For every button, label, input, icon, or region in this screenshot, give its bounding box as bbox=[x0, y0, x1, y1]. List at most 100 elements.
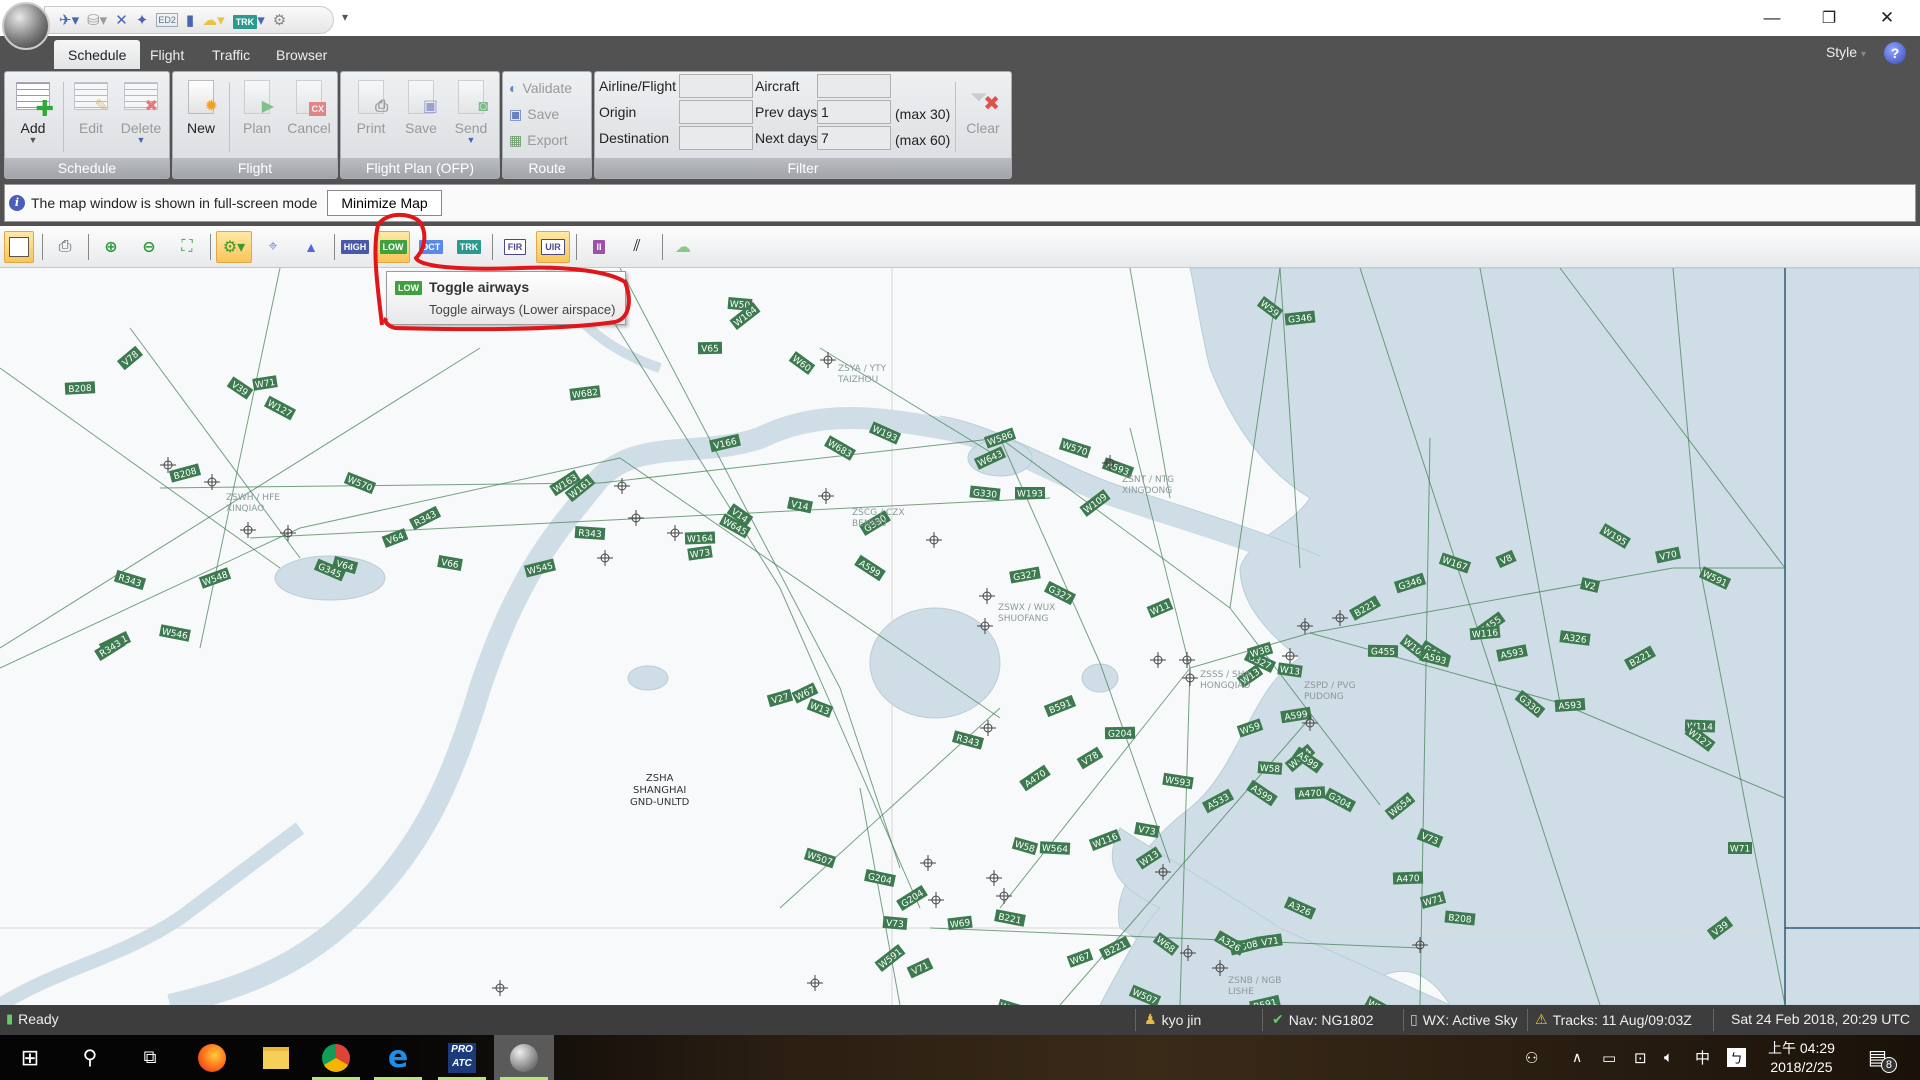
airway-label[interactable]: R343 bbox=[113, 569, 147, 591]
airport-label-zsnb[interactable]: ZSNB / NGB LISHE bbox=[1228, 976, 1281, 998]
navaid-icon[interactable] bbox=[1150, 652, 1166, 668]
minimize-map-button[interactable]: Minimize Map bbox=[327, 190, 442, 216]
navaid-icon[interactable] bbox=[492, 980, 508, 996]
airway-label[interactable]: W58 bbox=[1011, 836, 1039, 855]
weather-icon[interactable]: ☁▾ bbox=[202, 11, 225, 29]
network-icon[interactable]: ⊡ bbox=[1634, 1035, 1647, 1080]
taskbar-pfpx[interactable] bbox=[494, 1035, 554, 1080]
ed2-icon[interactable]: ED2 bbox=[156, 13, 178, 27]
airport-label-zsss[interactable]: ZSSS / SHA HONGQIAO bbox=[1200, 670, 1251, 692]
delete-button[interactable]: ✖ Delete ▼ bbox=[117, 74, 165, 158]
volume-icon[interactable]: 🔈︎ bbox=[1664, 1035, 1673, 1080]
action-center-button[interactable]: ▤ 8 bbox=[1868, 1035, 1897, 1080]
taskbar-pro-atc[interactable]: PRO ATC bbox=[432, 1035, 492, 1080]
airway-label[interactable]: G455 bbox=[1367, 644, 1399, 658]
status-tracks[interactable]: ⚠ Tracks: 11 Aug/09:03Z bbox=[1535, 1011, 1692, 1028]
airport-label-zsnt[interactable]: ZSNT / NTG XINGDONG bbox=[1122, 475, 1174, 497]
navaid-icon[interactable] bbox=[820, 352, 836, 368]
airway-label[interactable]: W38 bbox=[1246, 641, 1274, 661]
airway-label[interactable]: W682 bbox=[569, 385, 601, 401]
navaid-icon[interactable] bbox=[920, 855, 936, 871]
airport-label-zswx[interactable]: ZSWX / WUX SHUOFANG bbox=[998, 603, 1055, 625]
airway-label[interactable]: B208 bbox=[64, 381, 96, 395]
status-wx[interactable]: ▯ WX: Active Sky bbox=[1410, 1011, 1518, 1028]
add-button[interactable]: ✚ Add ▼ bbox=[9, 74, 57, 158]
search-button[interactable]: ⚲ bbox=[60, 1035, 120, 1080]
help-icon[interactable]: ? bbox=[1884, 42, 1906, 64]
toggle-fir-button[interactable]: FIR bbox=[500, 231, 530, 263]
navaid-icon[interactable] bbox=[280, 525, 296, 541]
airway-label[interactable]: V71 bbox=[906, 957, 934, 979]
airway-label[interactable]: G327 bbox=[1043, 580, 1077, 606]
airway-label[interactable]: W593 bbox=[1162, 772, 1194, 790]
customize-qat-icon[interactable]: ▾ bbox=[342, 10, 348, 24]
next-days-input[interactable] bbox=[817, 126, 891, 150]
navaid-icon[interactable] bbox=[1182, 670, 1198, 686]
print-ofp-button[interactable]: ⎙ Print bbox=[347, 74, 395, 158]
navaid-icon[interactable] bbox=[926, 532, 942, 548]
origin-input[interactable] bbox=[679, 100, 753, 124]
tools-icon[interactable]: ✕ bbox=[115, 11, 128, 29]
tab-schedule[interactable]: Schedule bbox=[54, 40, 141, 69]
airway-label[interactable]: V78 bbox=[1076, 746, 1104, 770]
navaid-icon[interactable] bbox=[928, 892, 944, 908]
airway-label[interactable]: B221 bbox=[994, 909, 1026, 927]
airway-label[interactable]: A470 bbox=[1294, 786, 1326, 800]
map-canvas[interactable]: V78 B208 V39 W71 W127 B208 W570 V64 V64 R343 V66 W1… bbox=[0, 268, 1920, 1005]
style-menu[interactable]: Style ▾ bbox=[1826, 44, 1866, 60]
airline-flight-input[interactable] bbox=[679, 74, 753, 98]
navaid-icon[interactable]: ✦ bbox=[136, 11, 149, 29]
validate-button[interactable]: ◐ Validate bbox=[509, 76, 572, 100]
toggle-wind-button[interactable]: ⫽ bbox=[622, 231, 652, 263]
tab-traffic[interactable]: Traffic bbox=[198, 40, 264, 69]
navaid-icon[interactable] bbox=[986, 870, 1002, 886]
edit-button[interactable]: ✎ Edit bbox=[67, 74, 115, 158]
airway-label[interactable]: W67 bbox=[1066, 948, 1094, 968]
zoom-out-button[interactable]: ⊖ bbox=[134, 231, 164, 263]
airway-label[interactable]: V27 bbox=[766, 688, 794, 708]
task-view-button[interactable]: ⧉ bbox=[120, 1035, 180, 1080]
new-flight-button[interactable]: ✹ New bbox=[177, 74, 225, 158]
airport-label-zspd[interactable]: ZSPD / PVG PUDONG bbox=[1304, 681, 1356, 703]
navaid-icon[interactable] bbox=[980, 720, 996, 736]
navaid-icon[interactable] bbox=[807, 975, 823, 991]
airway-label[interactable]: W570 bbox=[1058, 437, 1092, 459]
toggle-uir-button[interactable]: UIR bbox=[536, 231, 570, 263]
airway-label[interactable]: G204 bbox=[1104, 726, 1136, 740]
airway-label[interactable]: A470 bbox=[1019, 764, 1051, 792]
taskbar-edge[interactable]: e bbox=[368, 1035, 428, 1080]
toggle-ii-button[interactable]: II bbox=[584, 231, 614, 263]
airport-label-zsya[interactable]: ZSYA / YTY TAIZHOU bbox=[838, 364, 886, 386]
airway-label[interactable]: R343 bbox=[574, 525, 606, 540]
airway-label[interactable]: W564 bbox=[1039, 841, 1071, 855]
airway-label[interactable]: R343 bbox=[408, 505, 442, 531]
status-user[interactable]: ♟ kyo jin bbox=[1144, 1011, 1201, 1028]
taskbar-firefox[interactable] bbox=[182, 1035, 242, 1080]
airway-label[interactable]: B208 bbox=[168, 463, 202, 483]
airway-label[interactable]: G327 bbox=[1009, 566, 1041, 584]
airport-label-zsha[interactable]: ZSHA SHANGHAI GND-UNLTD bbox=[630, 773, 689, 809]
battery-icon[interactable]: ▭ bbox=[1602, 1035, 1616, 1080]
app-menu-orb[interactable] bbox=[2, 2, 50, 50]
minimize-window-button[interactable]: — bbox=[1743, 0, 1801, 36]
airway-label[interactable]: W546 bbox=[159, 624, 191, 642]
center-map-button[interactable]: ⌖ bbox=[258, 231, 288, 263]
airway-label[interactable]: W193 bbox=[1015, 487, 1045, 500]
airway-label[interactable]: W71 bbox=[1728, 842, 1752, 855]
airway-label[interactable]: V66 bbox=[437, 555, 463, 571]
plan-button[interactable]: ▶ Plan bbox=[233, 74, 281, 158]
tab-browser[interactable]: Browser bbox=[262, 40, 341, 69]
navaid-icon[interactable] bbox=[597, 550, 613, 566]
airway-label[interactable]: W73 bbox=[687, 545, 713, 561]
print-map-button[interactable]: ⎙ bbox=[50, 231, 80, 263]
airway-label[interactable]: A593 bbox=[1554, 697, 1586, 712]
airway-label[interactable]: W60 bbox=[788, 351, 816, 375]
zoom-to-route-button[interactable]: ⛶ bbox=[172, 231, 202, 263]
navaid-icon[interactable] bbox=[614, 478, 630, 494]
airway-label[interactable]: W11 bbox=[1146, 597, 1174, 619]
navaid-icon[interactable] bbox=[979, 588, 995, 604]
airway-label[interactable]: V78 bbox=[116, 345, 144, 371]
cancel-flight-button[interactable]: CX Cancel bbox=[285, 74, 333, 158]
navaid-icon[interactable] bbox=[1179, 652, 1195, 668]
airway-label[interactable]: W548 bbox=[198, 567, 232, 589]
